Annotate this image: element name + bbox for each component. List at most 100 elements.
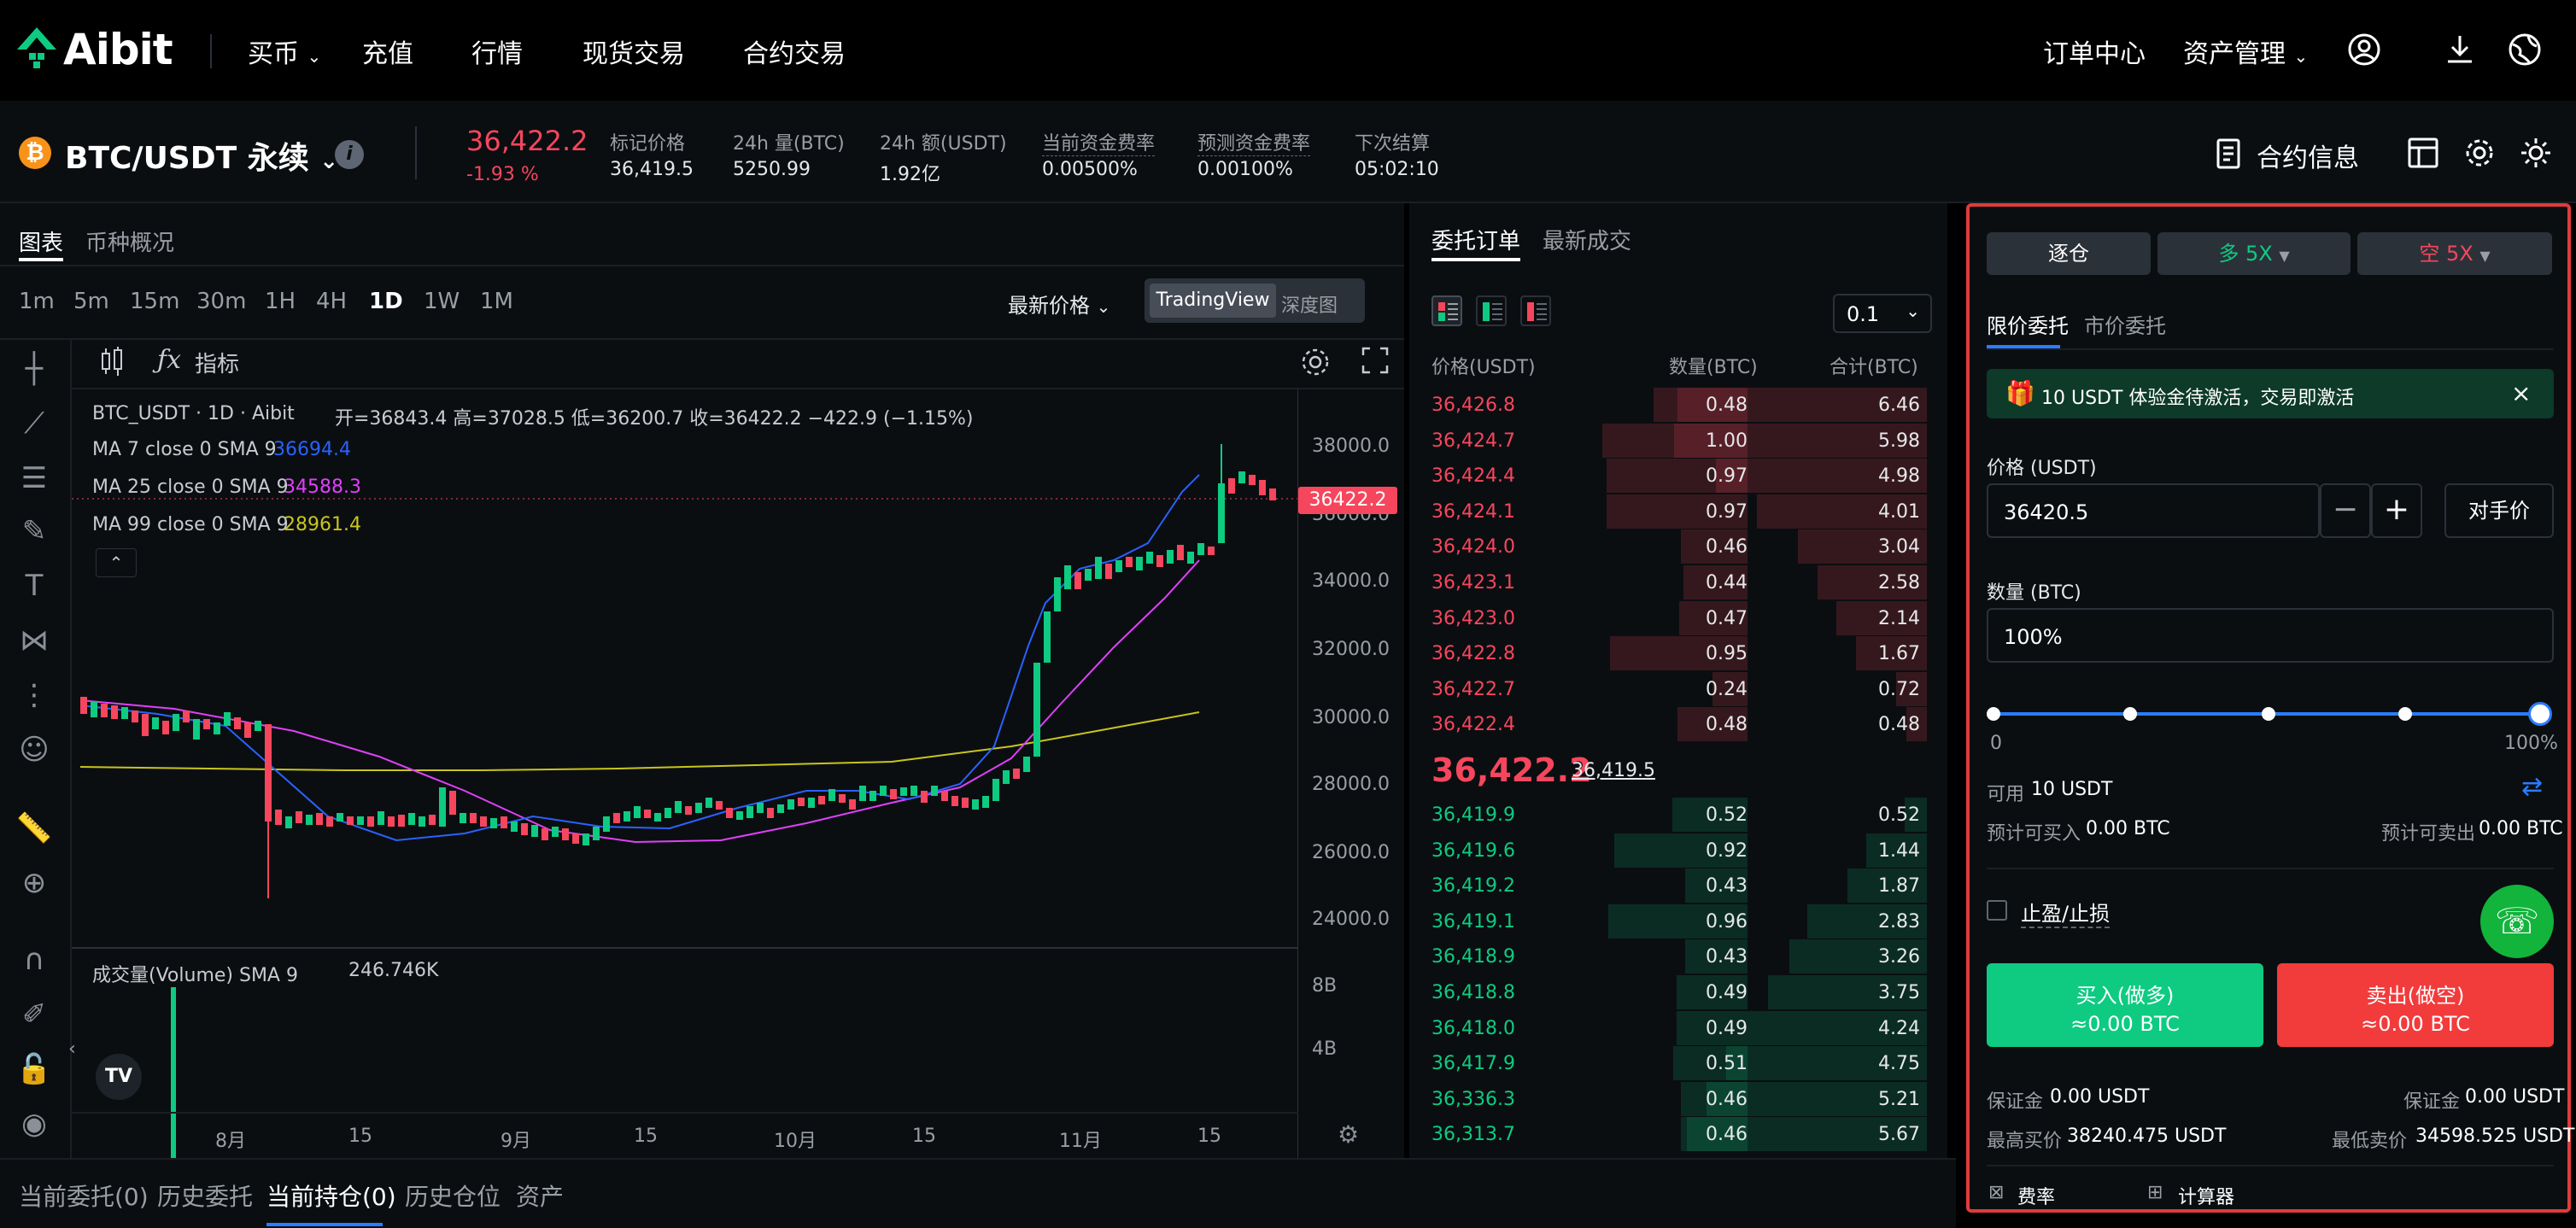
tf-30m[interactable]: 30m — [196, 289, 246, 314]
tf-4h[interactable]: 4H — [316, 289, 347, 314]
eye-icon[interactable]: ◉ — [15, 1105, 53, 1143]
orderbook-row[interactable]: 36,424.1 0.97 4.01 — [1431, 494, 1927, 529]
candlestick-chart[interactable] — [72, 389, 1298, 1158]
orderbook-row[interactable]: 36,423.1 0.44 2.58 — [1431, 565, 1927, 599]
precision-select[interactable]: 0.1 ⌄ — [1833, 294, 1932, 333]
tf-5m[interactable]: 5m — [73, 289, 109, 314]
price-type-select[interactable]: 最新价格 ⌄ — [1008, 289, 1110, 319]
tab-order-book[interactable]: 委托订单 — [1431, 224, 1520, 255]
tab-open-orders[interactable]: 当前委托(0) — [19, 1178, 149, 1213]
orderbook-row[interactable]: 36,426.8 0.48 6.46 — [1431, 388, 1927, 422]
nav-buy-crypto[interactable]: 买币 ⌄ — [248, 32, 321, 70]
orderbook-row[interactable]: 36,422.8 0.95 1.67 — [1431, 636, 1927, 671]
long-leverage-button[interactable]: 多 5X ▼ — [2157, 232, 2351, 275]
orderbook-row[interactable]: 36,417.9 0.51 4.75 — [1431, 1046, 1927, 1081]
fee-link[interactable]: 费率 — [2017, 1182, 2055, 1209]
tab-assets[interactable]: 资产 — [516, 1178, 564, 1213]
tf-1h[interactable]: 1H — [265, 289, 296, 314]
chart-settings-gear-icon[interactable]: ⚙ — [1338, 1120, 1359, 1149]
tab-order-history[interactable]: 历史委托 — [157, 1178, 253, 1213]
view-bids-icon[interactable] — [1476, 295, 1507, 326]
text-tool-icon[interactable]: T — [15, 567, 53, 605]
symbol-selector[interactable]: BTC/USDT 永续 ⌄ — [65, 133, 338, 178]
sell-short-button[interactable]: 卖出(做空) ≈0.00 BTC — [2277, 963, 2554, 1047]
tf-1w[interactable]: 1W — [424, 289, 460, 314]
contract-info-link[interactable]: 合约信息 — [2257, 137, 2359, 174]
buy-long-button[interactable]: 买入(做多) ≈0.00 BTC — [1987, 963, 2263, 1047]
indicators-button[interactable]: 指标 — [195, 347, 239, 378]
view-asks-icon[interactable] — [1520, 295, 1551, 326]
nav-futures[interactable]: 合约交易 — [743, 32, 846, 70]
orderbook-row[interactable]: 36,419.9 0.52 0.52 — [1431, 798, 1927, 832]
transfer-icon[interactable]: ⇄ — [2521, 772, 2543, 802]
candle-type-icon[interactable] — [99, 345, 125, 377]
settings-icon[interactable] — [2463, 137, 2496, 169]
ob-mark-price[interactable]: 36,419.5 — [1572, 760, 1655, 781]
tab-coin-overview[interactable]: 币种概况 — [85, 225, 174, 257]
user-icon[interactable] — [2347, 32, 2381, 67]
layout-icon[interactable] — [2407, 137, 2439, 169]
slider-dot[interactable] — [1987, 707, 2000, 721]
orderbook-row[interactable]: 36,424.7 1.00 5.98 — [1431, 423, 1927, 458]
tpsl-label[interactable]: 止盈/止损 — [2021, 897, 2111, 928]
orderbook-row[interactable]: 36,419.2 0.43 1.87 — [1431, 868, 1927, 903]
magnet-icon[interactable]: ∩ — [15, 941, 53, 979]
tab-positions[interactable]: 当前持仓(0) — [266, 1178, 396, 1213]
slider-dot[interactable] — [2398, 707, 2412, 721]
tab-limit-order[interactable]: 限价委托 — [1987, 309, 2069, 339]
lock-icon[interactable]: 🔓 — [15, 1050, 53, 1088]
brush-icon[interactable]: ✎ — [15, 512, 53, 550]
orderbook-row[interactable]: 36,422.7 0.24 0.72 — [1431, 671, 1927, 706]
tf-1mo[interactable]: 1M — [480, 289, 513, 314]
tab-market-order[interactable]: 市价委托 — [2084, 309, 2166, 339]
calculator-link[interactable]: 计算器 — [2178, 1182, 2234, 1209]
zoom-icon[interactable]: ⊕ — [15, 864, 53, 902]
orderbook-row[interactable]: 36,313.7 0.46 5.67 — [1431, 1117, 1927, 1152]
function-icon[interactable]: ƒx — [157, 345, 181, 375]
lock-drawing-icon[interactable]: ✐ — [15, 996, 53, 1033]
nav-assets[interactable]: 资产管理 ⌄ — [2183, 32, 2308, 70]
support-chat-icon[interactable]: ☏ — [2480, 885, 2554, 958]
aibit-logo[interactable]: Aibit — [17, 24, 173, 75]
price-increment-button[interactable]: + — [2371, 483, 2422, 538]
slider-dot[interactable] — [2262, 707, 2275, 721]
nav-orders[interactable]: 订单中心 — [2043, 32, 2146, 70]
short-leverage-button[interactable]: 空 5X ▼ — [2357, 232, 2552, 275]
price-decrement-button[interactable]: − — [2320, 483, 2371, 538]
margin-mode-button[interactable]: 逐仓 — [1987, 232, 2151, 275]
orderbook-row[interactable]: 36,424.0 0.46 3.04 — [1431, 529, 1927, 564]
price-input[interactable]: 36420.5 — [1987, 483, 2320, 538]
orderbook-row[interactable]: 36,423.0 0.47 2.14 — [1431, 600, 1927, 635]
orderbook-row[interactable]: 36,419.6 0.92 1.44 — [1431, 833, 1927, 868]
orderbook-row[interactable]: 36,418.0 0.49 4.24 — [1431, 1010, 1927, 1045]
emoji-icon[interactable]: ☺ — [15, 731, 53, 769]
fib-icon[interactable]: ☰ — [15, 459, 53, 497]
orderbook-row[interactable]: 36,418.9 0.43 3.26 — [1431, 939, 1927, 974]
orderbook-row[interactable]: 36,418.8 0.49 3.75 — [1431, 975, 1927, 1009]
stat-label[interactable]: 预测资金费率 — [1197, 128, 1311, 156]
stat-label[interactable]: 当前资金费率 — [1042, 128, 1156, 156]
slider-handle[interactable] — [2528, 702, 2552, 726]
orderbook-row[interactable]: 36,419.1 0.96 2.83 — [1431, 903, 1927, 939]
document-icon[interactable] — [2216, 138, 2245, 169]
nav-markets[interactable]: 行情 — [471, 32, 523, 70]
orderbook-row[interactable]: 36,422.4 0.48 0.48 — [1431, 707, 1927, 742]
fullscreen-icon[interactable] — [1361, 347, 1389, 374]
globe-icon[interactable] — [2508, 32, 2542, 67]
tab-recent-trades[interactable]: 最新成交 — [1543, 224, 1631, 255]
info-icon[interactable]: i — [335, 140, 364, 169]
prediction-icon[interactable]: ⋮ — [15, 676, 53, 714]
counter-price-button[interactable]: 对手价 — [2444, 483, 2554, 538]
orderbook-row[interactable]: 36,336.3 0.46 5.21 — [1431, 1081, 1927, 1116]
tf-1d[interactable]: 1D — [369, 289, 403, 314]
trendline-icon[interactable]: ⟋ — [15, 405, 53, 442]
tpsl-checkbox[interactable] — [1987, 900, 2007, 921]
pattern-icon[interactable]: ⋈ — [15, 622, 53, 659]
tab-chart[interactable]: 图表 — [19, 225, 63, 257]
slider-dot[interactable] — [2123, 707, 2137, 721]
nav-deposit[interactable]: 充值 — [362, 32, 413, 70]
tradingview-logo[interactable]: TV — [96, 1054, 142, 1100]
tf-1m[interactable]: 1m — [19, 289, 55, 314]
view-depth[interactable]: 深度图 — [1281, 290, 1338, 318]
orderbook-row[interactable]: 36,424.4 0.97 4.98 — [1431, 459, 1927, 494]
